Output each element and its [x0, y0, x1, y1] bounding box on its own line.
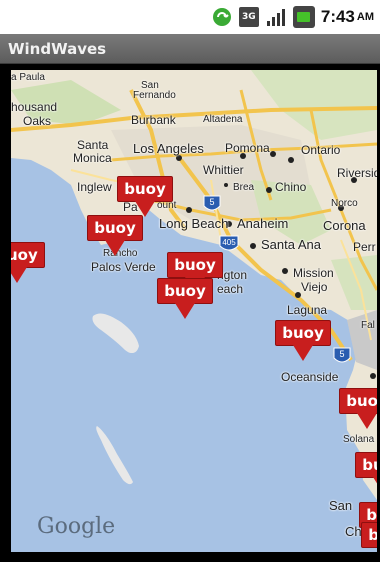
buoy-marker-label: buoy — [11, 242, 45, 268]
interstate-405-shield: 405 — [219, 235, 239, 251]
place-label: a Paula — [11, 72, 45, 83]
sync-icon — [212, 8, 231, 26]
google-logo: Google — [37, 514, 116, 539]
place-label: Norco — [331, 198, 358, 209]
place-label: Riversid — [337, 166, 377, 180]
place-label: Perr — [353, 240, 376, 254]
place-label: Ontario — [301, 143, 341, 157]
buoy-marker[interactable]: buoy — [339, 388, 377, 432]
map-frame: 5 405 5 a Paula San Fernando housand Oak… — [0, 64, 380, 562]
svg-text:5: 5 — [339, 349, 344, 359]
place-label: Oceanside — [281, 370, 339, 384]
place-label: Santa — [77, 138, 109, 152]
buoy-marker[interactable]: buoy — [157, 278, 213, 322]
place-label: Inglew — [77, 180, 112, 194]
place-label: Palos Verde — [91, 260, 156, 274]
buoy-marker[interactable]: buoy — [87, 215, 143, 259]
svg-text:5: 5 — [209, 197, 214, 207]
place-label: Corona — [323, 218, 366, 233]
place-label: housand — [11, 100, 58, 114]
interstate-5-shield-south: 5 — [333, 347, 351, 363]
place-label: Whittier — [203, 163, 244, 177]
place-label: Monica — [73, 151, 112, 165]
buoy-marker-label: buoy — [361, 522, 377, 548]
place-label: Laguna — [287, 303, 328, 317]
place-label: Brea — [233, 182, 255, 193]
buoy-marker-label: buoy — [157, 278, 213, 304]
place-label: Fernando — [133, 90, 176, 101]
place-label: Altadena — [203, 114, 243, 125]
signal-icon — [266, 9, 285, 26]
buoy-marker[interactable]: buoy — [11, 242, 45, 286]
place-label: San — [329, 498, 353, 513]
place-label: Solana — [343, 434, 375, 445]
buoy-marker-label: buoy — [339, 388, 377, 414]
place-label: Viejo — [301, 280, 328, 294]
buoy-marker-label: buoy — [87, 215, 143, 241]
buoy-marker[interactable]: buoy — [117, 176, 173, 220]
interstate-5-shield: 5 — [203, 195, 221, 211]
place-label: Los Angeles — [133, 141, 204, 156]
buoy-marker-label: buoy — [275, 320, 331, 346]
place-label: Santa Ana — [261, 237, 321, 252]
place-label: Fal — [361, 320, 375, 331]
place-label: Mission — [293, 266, 334, 280]
place-label: Pomona — [225, 141, 270, 155]
place-label: Burbank — [131, 113, 176, 127]
place-label: Oaks — [23, 114, 52, 128]
clock-time: 7:43 — [320, 7, 355, 26]
buoy-marker-label: buoy — [167, 252, 223, 278]
app-title: WindWaves — [8, 39, 107, 58]
buoy-marker[interactable]: buoy — [275, 320, 331, 364]
clock-ampm: AM — [356, 11, 374, 23]
map-view[interactable]: 5 405 5 a Paula San Fernando housand Oak… — [11, 70, 377, 552]
svg-text:405: 405 — [222, 238, 236, 247]
place-label: Anaheim — [237, 216, 289, 231]
buoy-marker-label: buoy — [355, 452, 377, 478]
status-bar: 3G 7:43 AM — [0, 0, 380, 34]
buoy-marker[interactable]: buoy — [355, 452, 377, 496]
app-title-bar: WindWaves — [0, 34, 380, 64]
3g-icon: 3G — [238, 7, 259, 27]
place-label: Chino — [275, 180, 307, 194]
buoy-marker-label: buoy — [117, 176, 173, 202]
battery-icon — [292, 6, 315, 28]
buoy-marker[interactable]: buoy — [361, 522, 377, 552]
